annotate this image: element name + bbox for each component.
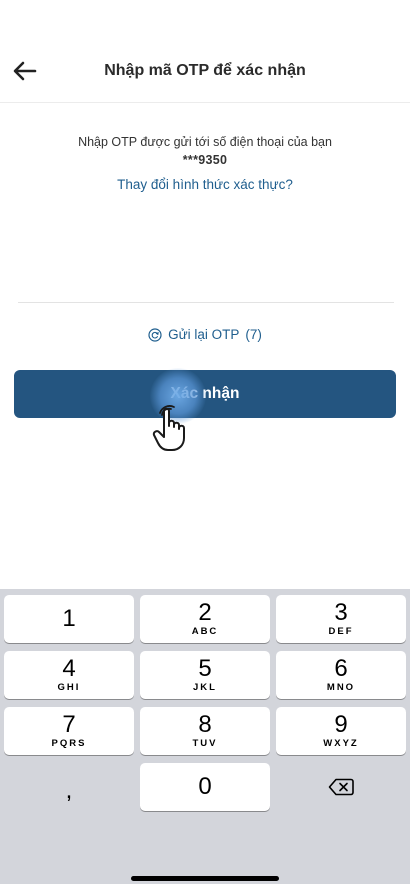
key-0[interactable]: 0 — [140, 763, 270, 811]
key-7[interactable]: 7 PQRS — [4, 707, 134, 755]
key-9[interactable]: 9 WXYZ — [276, 707, 406, 755]
otp-instruction: Nhập OTP được gửi tới số điện thoại của … — [78, 135, 332, 149]
key-1[interactable]: 1 — [4, 595, 134, 643]
confirm-button-label: Xác nhận — [170, 385, 240, 402]
resend-countdown: (7) — [245, 327, 262, 342]
backspace-icon — [328, 778, 354, 796]
change-auth-method-link[interactable]: Thay đổi hình thức xác thực? — [0, 177, 410, 192]
header: Nhập mã OTP để xác nhận — [0, 0, 410, 103]
numeric-keyboard: 1 2 ABC 3 DEF 4 GHI 5 JKL 6 MNO 7 PQRS 8… — [0, 589, 410, 884]
refresh-circle-icon — [148, 327, 162, 342]
resend-otp-label: Gửi lại OTP — [168, 327, 240, 342]
confirm-button[interactable]: Xác nhận — [14, 370, 396, 418]
page-title: Nhập mã OTP để xác nhận — [104, 62, 306, 79]
backspace-key[interactable] — [276, 763, 406, 811]
key-6[interactable]: 6 MNO — [276, 651, 406, 699]
key-3[interactable]: 3 DEF — [276, 595, 406, 643]
key-4[interactable]: 4 GHI — [4, 651, 134, 699]
key-8[interactable]: 8 TUV — [140, 707, 270, 755]
resend-otp-button[interactable]: Gửi lại OTP (7) — [0, 327, 410, 342]
home-indicator — [131, 876, 279, 881]
key-comma[interactable]: , — [4, 763, 134, 811]
masked-phone-number: ***9350 — [182, 153, 228, 167]
otp-input[interactable] — [18, 262, 394, 303]
key-5[interactable]: 5 JKL — [140, 651, 270, 699]
key-2[interactable]: 2 ABC — [140, 595, 270, 643]
